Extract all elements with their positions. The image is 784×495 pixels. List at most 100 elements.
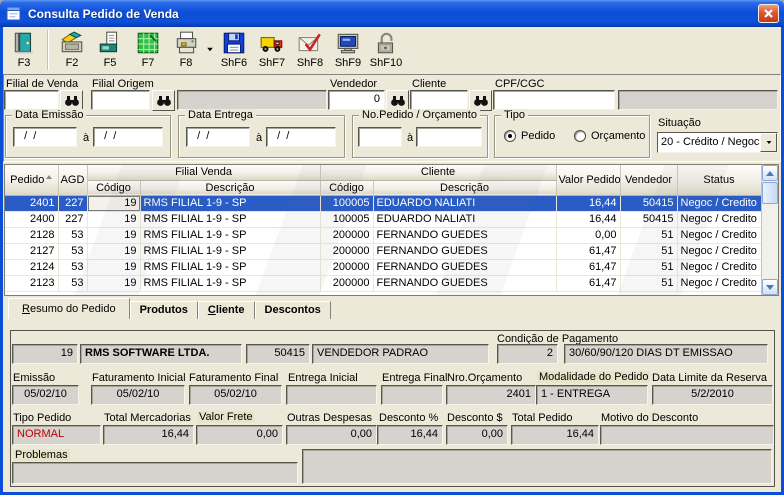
total-mercadorias-field: 16,44 bbox=[103, 425, 194, 445]
filial-origem-input[interactable] bbox=[91, 90, 150, 110]
col-header-cliente[interactable]: Cliente bbox=[320, 165, 557, 181]
table-row[interactable]: 2128 53 19 RMS FILIAL 1-9 - SP 200000 FERNA… bbox=[5, 227, 762, 244]
spreadsheet-button[interactable]: F7 bbox=[129, 29, 167, 71]
binoculars-icon bbox=[390, 95, 405, 106]
arrow-up-icon bbox=[766, 170, 774, 176]
data-limite-field: 5/2/2010 bbox=[652, 385, 773, 405]
print-options-dropdown[interactable] bbox=[205, 29, 215, 69]
sort-asc-icon bbox=[46, 174, 53, 179]
vendedor-input[interactable]: 0 bbox=[328, 90, 385, 110]
data-entrega-legend: Data Entrega bbox=[185, 109, 256, 121]
orders-table: Pedido AGD Filial Venda Cliente Valor Pe… bbox=[5, 165, 762, 292]
table-row[interactable]: 2400 227 19 RMS FILIAL 1-9 - SP 100005 EDUA… bbox=[5, 211, 762, 228]
problemas-label: Problemas bbox=[13, 449, 70, 461]
total-pedido-label: Total Pedido bbox=[512, 412, 573, 424]
cliente-input[interactable] bbox=[410, 90, 468, 110]
toolbar-key-label: F5 bbox=[103, 57, 117, 69]
radio-orcamento[interactable]: Orçamento bbox=[574, 130, 645, 142]
col-header-filial-codigo[interactable]: Código bbox=[87, 180, 141, 196]
arrow-down-icon bbox=[766, 284, 774, 290]
vendedor-codigo-field: 50415 bbox=[246, 344, 310, 364]
total-pedido-field: 16,44 bbox=[511, 425, 599, 445]
col-header-filial-descricao[interactable]: Descrição bbox=[140, 180, 321, 196]
scrollbar-thumb[interactable] bbox=[762, 182, 778, 204]
filial-de-venda-input[interactable] bbox=[4, 90, 59, 110]
vertical-scrollbar[interactable] bbox=[761, 165, 778, 295]
cpf-cgc-razao-field bbox=[618, 90, 778, 110]
filial-origem-search-button[interactable] bbox=[152, 90, 175, 111]
binoculars-icon bbox=[473, 95, 488, 106]
desconto-pct-label: Desconto % bbox=[379, 412, 439, 424]
situacao-select[interactable]: 20 - Crédito / Negoc bbox=[657, 132, 778, 153]
chevron-down-icon bbox=[207, 47, 213, 51]
valor-frete-field: 0,00 bbox=[196, 425, 283, 445]
lock-button[interactable]: ShF10 bbox=[367, 29, 405, 71]
condicao-descricao-field: 30/60/90/120 DIAS DT EMISSAO bbox=[564, 344, 768, 364]
table-row[interactable]: 2127 53 19 RMS FILIAL 1-9 - SP 200000 FERNA… bbox=[5, 243, 762, 260]
table-row[interactable]: 2123 53 19 RMS FILIAL 1-9 - SP 200000 FERNA… bbox=[5, 275, 762, 292]
open-folder-icon bbox=[58, 29, 86, 57]
vendedor-search-button[interactable] bbox=[386, 90, 409, 111]
tab-produtos[interactable]: Produtos bbox=[129, 301, 198, 319]
pedido-de-input[interactable] bbox=[358, 127, 402, 147]
cpf-cgc-input[interactable] bbox=[493, 90, 615, 110]
mail-confirm-button[interactable]: ShF8 bbox=[291, 29, 329, 71]
table-row[interactable]: 2124 53 19 RMS FILIAL 1-9 - SP 200000 FERNA… bbox=[5, 259, 762, 276]
col-header-pedido[interactable]: Pedido bbox=[5, 165, 59, 196]
tab-resumo-do-pedido[interactable]: Resumo do Pedido bbox=[8, 298, 130, 319]
app-window: Consulta Pedido de Venda F3 F2 F5 F7 F8 … bbox=[0, 0, 784, 495]
col-header-cliente-descricao[interactable]: Descrição bbox=[373, 180, 557, 196]
vendedor-label: Vendedor bbox=[330, 78, 378, 90]
col-header-cliente-codigo[interactable]: Código bbox=[320, 180, 374, 196]
motivo-desconto-label: Motivo do Desconto bbox=[601, 412, 699, 424]
cliente-search-button[interactable] bbox=[469, 90, 492, 111]
orders-grid: Pedido AGD Filial Venda Cliente Valor Pe… bbox=[4, 164, 779, 296]
tab-descontos[interactable]: Descontos bbox=[254, 301, 331, 319]
radio-pedido[interactable]: Pedido bbox=[504, 130, 555, 142]
print-preview-button[interactable]: F5 bbox=[91, 29, 129, 71]
scroll-up-button[interactable] bbox=[762, 165, 778, 181]
total-mercadorias-label: Total Mercadorias bbox=[104, 412, 191, 424]
exit-button[interactable]: F3 bbox=[5, 29, 43, 71]
valor-frete-label: Valor Frete bbox=[197, 411, 255, 423]
titlebar: Consulta Pedido de Venda bbox=[0, 0, 784, 27]
filial-de-venda-search-button[interactable] bbox=[60, 90, 83, 111]
data-entrega-ate-input[interactable]: / / bbox=[266, 127, 336, 147]
modalidade-field: 1 - ENTREGA bbox=[536, 385, 648, 405]
search-open-button[interactable]: F2 bbox=[53, 29, 91, 71]
radio-icon bbox=[574, 130, 586, 142]
col-header-vendedor[interactable]: Vendedor bbox=[620, 165, 678, 196]
tab-cliente[interactable]: Cliente bbox=[197, 301, 255, 319]
delivery-button[interactable]: ShF7 bbox=[253, 29, 291, 71]
pedido-ate-input[interactable] bbox=[416, 127, 482, 147]
modalidade-label: Modalidade do Pedido bbox=[537, 371, 651, 383]
table-row[interactable]: 2401 227 19 RMS FILIAL 1-9 - SP 100005 EDUA… bbox=[5, 195, 762, 212]
col-header-status[interactable]: Status bbox=[677, 165, 762, 196]
desconto-pct-field: 16,44 bbox=[377, 425, 443, 445]
emissao-field: 05/02/10 bbox=[12, 385, 79, 405]
filial-origem-label: Filial Origem bbox=[92, 78, 154, 90]
data-entrega-de-input[interactable]: / / bbox=[186, 127, 250, 147]
scroll-down-button[interactable] bbox=[762, 279, 778, 295]
save-button[interactable]: ShF6 bbox=[215, 29, 253, 71]
col-header-filial-venda[interactable]: Filial Venda bbox=[87, 165, 321, 181]
col-header-agd[interactable]: AGD bbox=[58, 165, 88, 196]
close-button[interactable] bbox=[758, 4, 779, 23]
data-emissao-ate-input[interactable]: / / bbox=[93, 127, 163, 147]
print-button[interactable]: F8 bbox=[167, 29, 205, 71]
observacoes-box bbox=[302, 449, 772, 484]
terminal-button[interactable]: ShF9 bbox=[329, 29, 367, 71]
radio-orcamento-label: Orçamento bbox=[591, 130, 646, 142]
nro-orcamento-field: 2401 bbox=[446, 385, 536, 405]
binoculars-icon bbox=[64, 95, 79, 106]
toolbar-separator bbox=[47, 30, 49, 70]
col-header-valor-pedido[interactable]: Valor Pedido bbox=[556, 165, 621, 196]
combo-dropdown-button[interactable] bbox=[760, 133, 777, 152]
outras-despesas-field: 0,00 bbox=[286, 425, 377, 445]
toolbar-key-label: F2 bbox=[65, 57, 79, 69]
toolbar-key-label: ShF10 bbox=[369, 57, 403, 69]
data-emissao-de-input[interactable]: / / bbox=[13, 127, 77, 147]
cliente-label: Cliente bbox=[412, 78, 447, 90]
nro-orcamento-label: Nro.Orçamento bbox=[447, 372, 523, 384]
toolbar-key-label: ShF6 bbox=[220, 57, 248, 69]
